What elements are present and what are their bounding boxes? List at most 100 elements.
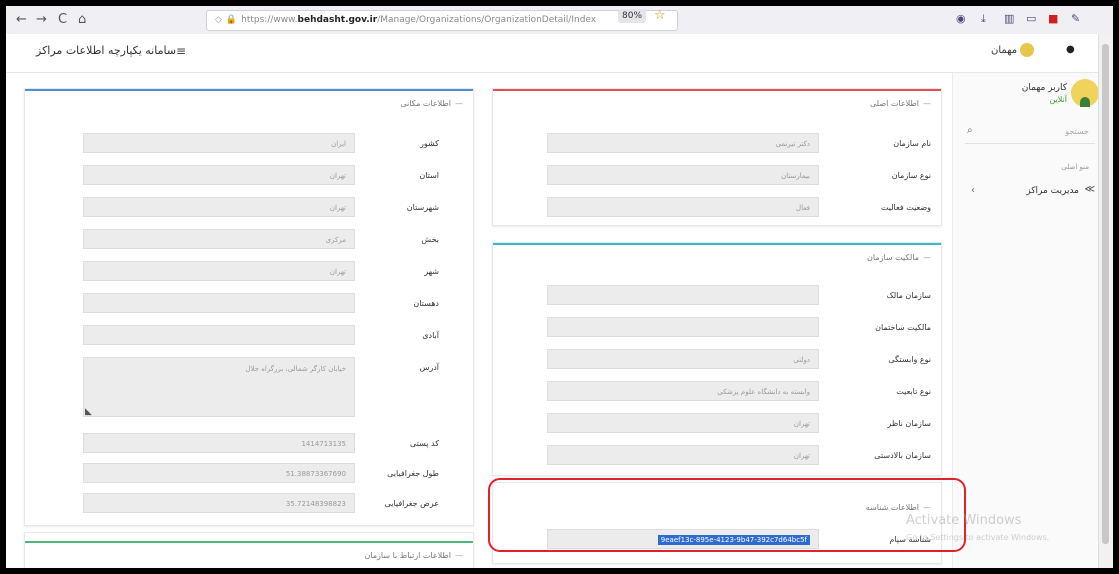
lock-icon: 🔒 <box>225 15 238 25</box>
activation-watermark-sub: Go to Settings to activate Windows. <box>906 533 1050 542</box>
forward-icon[interactable]: → <box>36 12 47 27</box>
field-row: آدرس خیابان کارگر شمالی، بزرگراه جلال ◣ <box>25 357 473 421</box>
field-row: کد پستی 1414713135 <box>25 433 473 455</box>
sidebar-section-label: منو اصلی <box>1061 163 1089 171</box>
resize-handle-icon[interactable]: ◣ <box>85 407 92 417</box>
collapse-icon[interactable]: — <box>455 551 463 560</box>
card-title[interactable]: اطلاعات مکانی — <box>400 99 463 108</box>
profile-avatar <box>1020 43 1035 57</box>
field-row: کشور ایران <box>25 133 473 155</box>
city-field[interactable]: تهران <box>83 261 355 281</box>
latitude-field[interactable]: 35.72148398823 <box>83 493 355 513</box>
parent-org-field[interactable]: تهران <box>547 445 819 465</box>
field-label: بخش <box>421 235 439 244</box>
address-bar[interactable]: ◇ 🔒 https://www.behdasht.gov.ir/Manage/Org… <box>206 10 678 31</box>
field-row: سازمان بالادستی تهران <box>493 445 941 467</box>
search-placeholder: جستجو <box>1065 127 1089 136</box>
card-title-text: اطلاعات ارتباط با سازمان <box>364 551 451 560</box>
collapse-icon[interactable]: — <box>455 99 463 108</box>
org-name-field[interactable]: دکتر تیرنمی <box>547 133 819 153</box>
library-icon[interactable]: ▥ <box>1004 12 1014 25</box>
address-textarea[interactable]: خیابان کارگر شمالی، بزرگراه جلال <box>83 357 355 417</box>
field-row: دهستان <box>25 293 473 315</box>
card-title-text: مالکیت سازمان <box>867 253 919 262</box>
page-scrollbar[interactable] <box>1098 34 1113 568</box>
card-title[interactable]: اطلاعات ارتباط با سازمان — <box>364 551 463 560</box>
card-title[interactable]: اطلاعات اصلی — <box>870 99 931 108</box>
shield-icon: ◇ <box>215 15 222 25</box>
extension-icon[interactable]: ■ <box>1048 12 1058 25</box>
activation-watermark: Activate Windows <box>906 513 1022 528</box>
province-field[interactable]: تهران <box>83 165 355 185</box>
ownership-card: مالکیت سازمان — سازمان مالک مالکیت ساختما… <box>492 242 942 476</box>
field-row: سازمان مالک <box>493 285 941 307</box>
card-accent-line <box>493 243 941 245</box>
hamburger-menu-icon[interactable]: ≡ <box>176 44 186 58</box>
county-field[interactable]: تهران <box>83 197 355 217</box>
building-ownership-field[interactable] <box>547 317 819 337</box>
search-input[interactable]: ⌕ جستجو <box>965 121 1095 144</box>
status-badge: آنلاین <box>1049 95 1067 104</box>
org-type-field[interactable]: بیمارستان <box>547 165 819 185</box>
owner-org-field[interactable] <box>547 285 819 305</box>
zoom-level[interactable]: 80% <box>618 9 647 23</box>
field-row: آبادی <box>25 325 473 347</box>
app-title: سامانه یکپارچه اطلاعات مراکز <box>36 44 177 57</box>
card-title[interactable]: مالکیت سازمان — <box>867 253 931 262</box>
settings-dot-icon[interactable]: ● <box>1066 44 1075 55</box>
field-label: آبادی <box>422 331 439 340</box>
field-label: کشور <box>420 139 439 148</box>
profile-name: مهمان <box>991 45 1018 56</box>
url-domain: behdasht.gov.ir <box>297 15 378 25</box>
longitude-field[interactable]: 51.38873367690 <box>83 463 355 483</box>
field-row: نوع تابعیت وابسته به دانشگاه علوم پزشکی <box>493 381 941 403</box>
field-row: شهرستان تهران <box>25 197 473 219</box>
subordination-type-field[interactable]: وابسته به دانشگاه علوم پزشکی <box>547 381 819 401</box>
field-row: شهر تهران <box>25 261 473 283</box>
field-label: شهرستان <box>406 203 439 212</box>
app-header: سامانه یکپارچه اطلاعات مراکز ≡ مهمان ● <box>6 34 1099 73</box>
browser-window: ← → C ⌂ ◇ 🔒 https://www.behdasht.gov.ir/Ma… <box>6 6 1113 568</box>
menu-extension-icon[interactable]: ✎ <box>1071 12 1080 25</box>
collapse-icon[interactable]: — <box>923 99 931 108</box>
collapse-icon[interactable]: — <box>923 253 931 262</box>
profile-menu[interactable]: مهمان <box>991 43 1035 57</box>
search-icon[interactable]: ⌕ <box>967 125 973 136</box>
postal-code-field[interactable]: 1414713135 <box>83 433 355 453</box>
affiliation-type-field[interactable]: دولتی <box>547 349 819 369</box>
bookmark-star-icon[interactable]: ☆ <box>654 8 666 23</box>
field-label: نوع سازمان <box>891 171 931 180</box>
field-label: سازمان بالادستی <box>874 451 931 460</box>
back-icon[interactable]: ← <box>16 12 27 27</box>
field-label: کد پستی <box>410 439 439 448</box>
pocket-icon[interactable]: ◉ <box>956 12 966 25</box>
activity-status-field[interactable]: فعال <box>547 197 819 217</box>
field-row: نوع وابستگی دولتی <box>493 349 941 371</box>
card-title-text: اطلاعات مکانی <box>400 99 451 108</box>
scrollbar-thumb[interactable] <box>1102 44 1109 544</box>
district-field[interactable]: مرکزی <box>83 229 355 249</box>
field-row: طول جغرافیایی 51.38873367690 <box>25 463 473 485</box>
reload-icon[interactable]: C <box>58 12 67 27</box>
field-row: استان تهران <box>25 165 473 187</box>
location-card: اطلاعات مکانی — کشور ایران استان تهران شه… <box>24 88 474 526</box>
home-icon[interactable]: ⌂ <box>78 12 86 27</box>
supervisor-org-field[interactable]: تهران <box>547 413 819 433</box>
highlight-annotation <box>488 478 966 552</box>
avatar <box>1071 79 1099 107</box>
download-icon[interactable]: ⤓ <box>981 12 986 26</box>
url-path: /Manage/Organizations/OrganizationDetail… <box>377 15 597 25</box>
field-label: سازمان مالک <box>886 291 931 300</box>
village-field[interactable] <box>83 325 355 345</box>
field-row: نوع سازمان بیمارستان <box>493 165 941 187</box>
field-label: نوع تابعیت <box>896 387 931 396</box>
reader-icon[interactable]: ▭ <box>1026 12 1036 25</box>
rural-district-field[interactable] <box>83 293 355 313</box>
field-label: دهستان <box>413 299 439 308</box>
browser-toolbar: ← → C ⌂ ◇ 🔒 https://www.behdasht.gov.ir/Ma… <box>6 6 1113 35</box>
field-row: بخش مرکزی <box>25 229 473 251</box>
country-field[interactable]: ایران <box>83 133 355 153</box>
url-prefix: https://www. <box>241 15 298 25</box>
field-row: مالکیت ساختمان <box>493 317 941 339</box>
sidebar-item-centers[interactable]: ‹ مدیریت مراکز ≪ <box>957 183 1097 201</box>
